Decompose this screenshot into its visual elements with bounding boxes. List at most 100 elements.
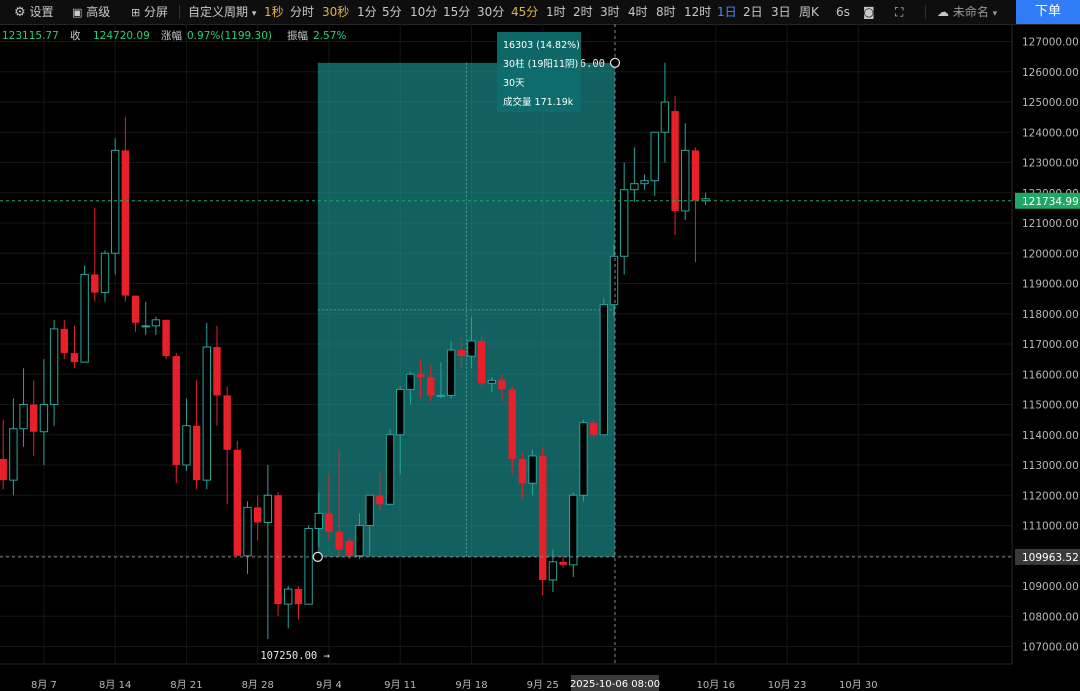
candle-body <box>274 495 282 605</box>
period-8[interactable]: 45分 <box>511 0 538 24</box>
period-5[interactable]: 10分 <box>410 0 437 24</box>
settings-button[interactable]: ⚙ 设置 <box>14 0 54 24</box>
candle-body <box>681 149 690 212</box>
price-tick-label: 126000.00 <box>1022 67 1079 79</box>
settings-label: 设置 <box>29 5 54 19</box>
custom-period-label: 自定义周期 <box>188 5 249 19</box>
candle-body <box>660 101 670 133</box>
period-10[interactable]: 2时 <box>573 0 593 24</box>
period-4[interactable]: 5分 <box>382 0 402 24</box>
candle-body <box>345 540 354 556</box>
candle-body <box>30 404 38 432</box>
price-tick-label: 108000.00 <box>1022 611 1079 623</box>
period-18[interactable]: 周K <box>799 0 819 24</box>
period-1[interactable]: 分时 <box>290 0 314 24</box>
price-tick-label: 113000.00 <box>1022 460 1079 472</box>
time-tick-label: 10月 23 <box>768 679 807 691</box>
candle-body <box>172 356 180 465</box>
candle-body <box>498 380 506 390</box>
period-7[interactable]: 30分 <box>477 0 504 24</box>
period-11[interactable]: 3时 <box>600 0 620 24</box>
candle-body <box>284 588 293 605</box>
period-15[interactable]: 1日 <box>717 0 737 24</box>
candle-body <box>192 425 201 481</box>
candle-body <box>467 340 476 357</box>
candle-body <box>0 458 7 481</box>
toolbar-divider <box>179 5 180 19</box>
advanced-button[interactable]: ▣ 高级 <box>72 0 110 24</box>
period-16[interactable]: 2日 <box>743 0 763 24</box>
candle-body <box>131 295 140 323</box>
candle-body <box>487 379 497 384</box>
candle-body <box>650 131 659 182</box>
custom-period-dropdown[interactable]: 自定义周期 ▾ <box>188 0 256 24</box>
candle-body <box>49 328 59 405</box>
candle-body <box>100 252 110 294</box>
price-tick-label: 109000.00 <box>1022 581 1079 593</box>
measure-tooltip: 16303 (14.82%) 30柱 (19阳11阴) 30天成交量 171.19k <box>497 32 581 112</box>
close-label: 收 <box>70 29 81 42</box>
price-tick-label: 112000.00 <box>1022 490 1079 502</box>
candle-body <box>223 395 231 450</box>
price-tick-label: 127000.00 <box>1022 37 1079 49</box>
layout-name-dropdown[interactable]: ☁ 未命名 ▾ <box>937 0 997 24</box>
time-tick-label: 8月 7 <box>31 679 57 691</box>
period-0[interactable]: 1秒 <box>264 0 284 24</box>
period-6[interactable]: 15分 <box>443 0 470 24</box>
candle-body <box>355 525 364 557</box>
candle-body <box>314 512 323 530</box>
order-button[interactable]: 下单 <box>1016 0 1080 24</box>
price-tick-label: 117000.00 <box>1022 339 1079 351</box>
amplitude-label: 振幅 <box>287 29 308 42</box>
candle-body <box>457 350 465 357</box>
candle-body <box>406 373 415 390</box>
period-13[interactable]: 8时 <box>656 0 676 24</box>
period-3[interactable]: 1分 <box>357 0 377 24</box>
change-label: 涨幅 <box>161 29 182 42</box>
low-price-label: 107250.00 → <box>260 650 330 662</box>
candle-body <box>528 455 537 484</box>
candle-body <box>70 353 79 363</box>
period-2[interactable]: 30秒 <box>322 0 349 24</box>
price-tick-label: 114000.00 <box>1022 430 1079 442</box>
change-value: 0.97%(1199.30) <box>187 30 272 42</box>
measure-tooltip-line4: 成交量 171.19k <box>503 96 574 108</box>
split-screen-label: 分屏 <box>144 5 169 19</box>
candle-body <box>579 422 588 496</box>
fullscreen-icon[interactable]: ⛶ <box>895 0 903 24</box>
candle-body <box>609 255 619 306</box>
camera-icon[interactable]: ◙ <box>863 0 875 24</box>
toolbar-divider <box>925 5 926 19</box>
candle-body <box>263 494 273 523</box>
price-tick-label: 125000.00 <box>1022 97 1079 109</box>
gear-icon: ⚙ <box>14 5 26 20</box>
candle-body <box>619 189 629 257</box>
measure-tooltip-line1: 16303 (14.82%) <box>503 40 580 51</box>
period-14[interactable]: 12时 <box>684 0 711 24</box>
candle-body <box>589 422 598 435</box>
candle-body <box>559 561 567 565</box>
measure-tooltip-line2: 30柱 (19阳11阴) <box>503 58 578 70</box>
candle-body <box>436 394 446 397</box>
candle-body <box>365 494 374 526</box>
split-screen-button[interactable]: ⊞ 分屏 <box>131 0 168 24</box>
period-17[interactable]: 3日 <box>771 0 791 24</box>
candle-body <box>671 111 679 211</box>
candle-body <box>630 183 639 191</box>
time-tick-label: 8月 28 <box>242 679 274 691</box>
period-12[interactable]: 4时 <box>628 0 648 24</box>
price-tick-label: 111000.00 <box>1022 521 1079 533</box>
price-chart[interactable]: 126296.00107250.00 → 107000.00108000.001… <box>0 24 1080 691</box>
candle-body <box>294 589 303 605</box>
candle-body <box>548 561 558 581</box>
period-9[interactable]: 1时 <box>546 0 566 24</box>
split-screen-icon: ⊞ <box>131 6 141 19</box>
price-tick-label: 123000.00 <box>1022 158 1079 170</box>
period-19[interactable]: 6s <box>836 0 850 24</box>
candle-body <box>640 180 649 185</box>
candle-body <box>396 388 405 436</box>
measure-start-handle <box>312 551 323 562</box>
candle-body <box>39 404 49 433</box>
candle-body <box>202 346 212 481</box>
candle-body <box>151 319 161 327</box>
